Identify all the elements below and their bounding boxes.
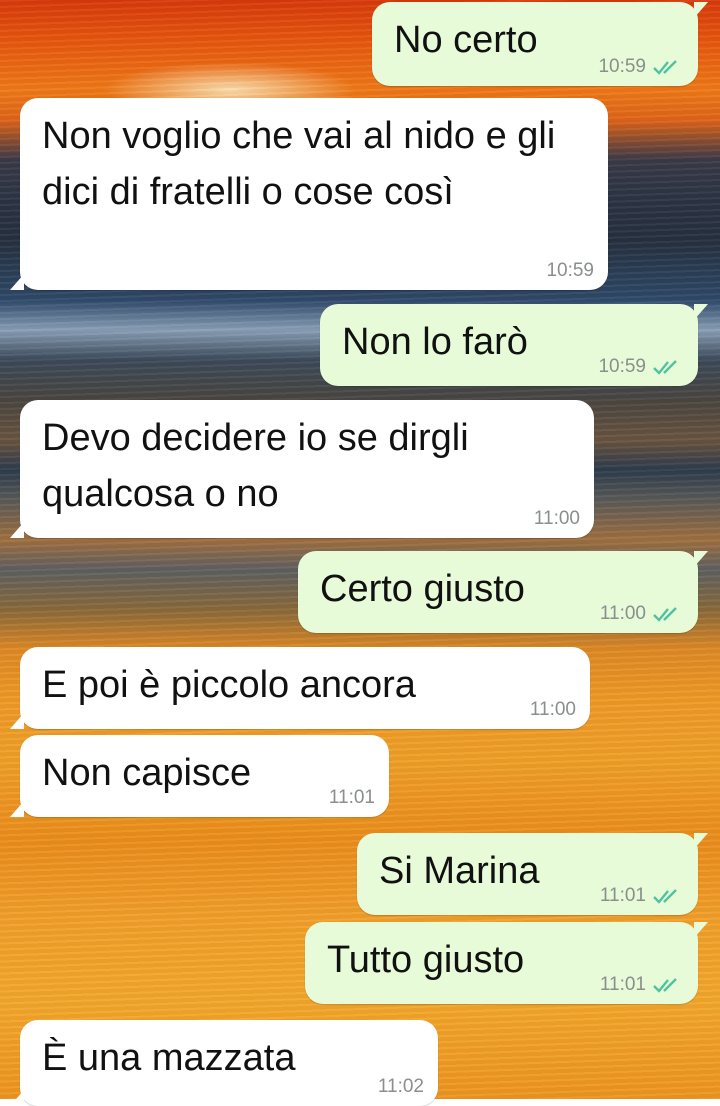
message-meta: 11:02: [378, 1076, 424, 1098]
message-time: 11:01: [599, 974, 646, 995]
message-meta: 11:00: [600, 603, 684, 625]
double-check-icon: [653, 889, 677, 904]
message-bubble-incoming[interactable]: Devo decidere io se dirgli qualcosa o no…: [10, 400, 594, 538]
message-meta: 11:01: [329, 787, 375, 809]
message-meta: 10:59: [598, 356, 684, 378]
message-bubble-incoming[interactable]: E poi è piccolo ancora 11:00: [10, 647, 590, 729]
double-check-icon: [653, 360, 677, 375]
message-meta: 11:00: [530, 699, 576, 721]
message-time: 10:59: [598, 56, 646, 77]
message-time: 11:01: [599, 885, 646, 906]
message-text: E poi è piccolo ancora: [42, 664, 416, 706]
double-check-icon: [653, 60, 677, 75]
message-time: 10:59: [598, 356, 646, 377]
message-meta: 10:59: [546, 260, 594, 282]
message-time: 11:02: [377, 1076, 424, 1097]
message-time: 10:59: [546, 260, 594, 281]
message-bubble-incoming[interactable]: Non voglio che vai al nido e gli dici di…: [10, 98, 608, 290]
message-meta: 11:01: [600, 974, 684, 996]
message-bubble-incoming[interactable]: È una mazzata 11:02: [10, 1020, 438, 1106]
message-text: Devo decidere io se dirgli qualcosa o no: [42, 417, 469, 515]
message-bubble-outgoing[interactable]: Non lo farò 10:59: [320, 304, 708, 386]
message-bubble-outgoing[interactable]: No certo 10:59: [372, 2, 708, 86]
message-time: 11:00: [533, 508, 580, 529]
message-time: 11:01: [328, 787, 375, 808]
message-meta: 10:59: [598, 56, 684, 78]
message-bubble-outgoing[interactable]: Si Marina 11:01: [357, 833, 708, 915]
double-check-icon: [653, 607, 677, 622]
message-text: Non voglio che vai al nido e gli dici di…: [42, 115, 556, 213]
message-time: 11:00: [529, 699, 576, 720]
message-text: È una mazzata: [42, 1037, 296, 1079]
double-check-icon: [653, 978, 677, 993]
message-bubble-outgoing[interactable]: Tutto giusto 11:01: [305, 922, 708, 1004]
message-meta: 11:00: [534, 508, 580, 530]
message-bubble-outgoing[interactable]: Certo giusto 11:00: [298, 551, 708, 633]
message-meta: 11:01: [600, 885, 684, 907]
message-bubble-incoming[interactable]: Non capisce 11:01: [10, 735, 389, 817]
message-text: Non capisce: [42, 752, 252, 794]
message-time: 11:00: [599, 603, 646, 624]
